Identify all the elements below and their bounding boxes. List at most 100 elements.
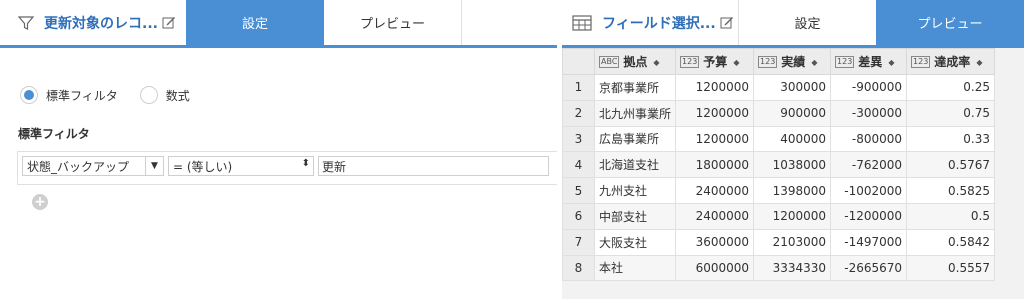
row-number: 6 bbox=[562, 202, 595, 230]
table-cell: -762000 bbox=[830, 151, 908, 179]
sort-icon[interactable]: ◆ bbox=[888, 58, 894, 67]
filter-value-input[interactable]: 更新 bbox=[318, 156, 549, 176]
table-cell: 0.5842 bbox=[906, 228, 996, 256]
table-row: 7 大阪支社 3600000 2103000 -1497000 0.5842 bbox=[562, 228, 996, 256]
row-number: 2 bbox=[562, 99, 595, 127]
table-cell: 1200000 bbox=[675, 99, 755, 127]
table-cell: 1398000 bbox=[753, 177, 832, 204]
table-cell: 広島事業所 bbox=[593, 125, 677, 153]
row-number: 3 bbox=[562, 125, 595, 153]
chevron-down-icon[interactable]: ▼ bbox=[145, 157, 163, 175]
sort-icon[interactable]: ◆ bbox=[653, 58, 659, 67]
table-cell: 京都事業所 bbox=[593, 74, 677, 101]
table-cell: 1038000 bbox=[753, 151, 832, 179]
row-number: 8 bbox=[562, 254, 595, 282]
field-panel-title-area: フィールド選択... bbox=[562, 0, 738, 45]
table-cell: 0.25 bbox=[906, 74, 996, 101]
table-cell: 大阪支社 bbox=[593, 228, 677, 256]
table-cell: -2665670 bbox=[830, 254, 908, 282]
table-row: 5 九州支社 2400000 1398000 -1002000 0.5825 bbox=[562, 177, 996, 204]
row-number: 1 bbox=[562, 74, 595, 101]
number-type-icon: 123 bbox=[911, 55, 931, 68]
table-row: 3 広島事業所 1200000 400000 -800000 0.33 bbox=[562, 125, 996, 153]
preview-table: ABC 拠点 ◆ 123 予算 ◆ 123 実績 ◆ 123 差異 ◆ 123 達成率 ◆ 1 京都事… bbox=[562, 48, 996, 282]
table-cell: 2103000 bbox=[753, 228, 832, 256]
table-cell: -300000 bbox=[830, 99, 908, 127]
tab-settings[interactable]: 設定 bbox=[186, 0, 324, 45]
column-header[interactable]: 123 差異 ◆ bbox=[830, 48, 908, 75]
number-type-icon: 123 bbox=[835, 55, 855, 68]
operator-select[interactable]: = (等しい) ⬍ bbox=[168, 156, 314, 176]
tab-settings[interactable]: 設定 bbox=[738, 0, 876, 45]
row-number: 4 bbox=[562, 151, 595, 179]
column-header[interactable]: 123 実績 ◆ bbox=[753, 48, 832, 75]
table-icon bbox=[572, 14, 592, 31]
column-header[interactable]: ABC 拠点 ◆ bbox=[593, 48, 677, 75]
table-cell: 1200000 bbox=[675, 125, 755, 153]
field-panel-header: フィールド選択... 設定 プレビュー bbox=[562, 0, 1024, 48]
table-cell: -1497000 bbox=[830, 228, 908, 256]
filter-panel-header: 更新対象のレコ... 設定 プレビュー bbox=[0, 0, 557, 48]
table-corner-cell bbox=[562, 48, 595, 75]
edit-icon[interactable] bbox=[162, 16, 176, 30]
table-row: 8 本社 6000000 3334330 -2665670 0.5557 bbox=[562, 254, 996, 282]
table-cell: 九州支社 bbox=[593, 177, 677, 204]
radio-standard-filter-label: 標準フィルタ bbox=[46, 88, 118, 103]
column-header-label: 予算 bbox=[703, 55, 728, 69]
field-select-node-panel: フィールド選択... 設定 プレビュー ABC 拠点 ◆ 123 予算 ◆ 123 実績 ◆… bbox=[562, 0, 1024, 299]
table-cell: 中部支社 bbox=[593, 202, 677, 230]
table-cell: -900000 bbox=[830, 74, 908, 101]
plus-circle-icon[interactable]: + bbox=[32, 194, 48, 210]
column-header-label: 差異 bbox=[858, 55, 883, 69]
column-header[interactable]: 123 予算 ◆ bbox=[675, 48, 755, 75]
table-row: 4 北海道支社 1800000 1038000 -762000 0.5767 bbox=[562, 151, 996, 179]
table-cell: -1002000 bbox=[830, 177, 908, 204]
table-cell: 0.5557 bbox=[906, 254, 996, 282]
table-cell: 6000000 bbox=[675, 254, 755, 282]
column-header[interactable]: 123 達成率 ◆ bbox=[906, 48, 996, 75]
row-number: 7 bbox=[562, 228, 595, 256]
tab-preview[interactable]: プレビュー bbox=[324, 0, 462, 45]
table-cell: 0.5 bbox=[906, 202, 996, 230]
radio-formula[interactable] bbox=[139, 86, 158, 104]
row-number: 5 bbox=[562, 177, 595, 204]
table-cell: -1200000 bbox=[830, 202, 908, 230]
radio-formula-label: 数式 bbox=[165, 88, 190, 103]
filter-panel-title: 更新対象のレコ... bbox=[44, 15, 158, 32]
sort-icon[interactable]: ◆ bbox=[733, 58, 739, 67]
number-type-icon: 123 bbox=[680, 55, 700, 68]
page: 更新対象のレコ... 設定 プレビュー 標準フィルタ 数式 標準フィルタ 状態_… bbox=[0, 0, 1024, 299]
table-cell: 北九州事業所 bbox=[593, 99, 677, 127]
sort-icon[interactable]: ◆ bbox=[976, 58, 982, 67]
filter-mode-radio-group: 標準フィルタ 数式 bbox=[20, 86, 212, 104]
table-row: 1 京都事業所 1200000 300000 -900000 0.25 bbox=[562, 74, 996, 101]
column-header-label: 達成率 bbox=[934, 55, 971, 69]
filter-node-panel: 更新対象のレコ... 設定 プレビュー 標準フィルタ 数式 標準フィルタ 状態_… bbox=[0, 0, 557, 299]
edit-icon[interactable] bbox=[720, 16, 734, 30]
radio-standard-filter[interactable] bbox=[20, 86, 38, 104]
table-cell: 900000 bbox=[753, 99, 832, 127]
table-cell: 2400000 bbox=[675, 177, 755, 204]
table-header-row: ABC 拠点 ◆ 123 予算 ◆ 123 実績 ◆ 123 差異 ◆ 123 達成率 ◆ bbox=[562, 48, 996, 75]
updown-arrows-icon[interactable]: ⬍ bbox=[302, 158, 310, 169]
table-cell: 1200000 bbox=[753, 202, 832, 230]
table-cell: 300000 bbox=[753, 74, 832, 101]
field-select[interactable]: 状態_バックアップ ▼ bbox=[22, 156, 164, 176]
field-select-value: 状態_バックアップ bbox=[27, 159, 130, 174]
table-cell: 0.75 bbox=[906, 99, 996, 127]
table-cell: 北海道支社 bbox=[593, 151, 677, 179]
table-cell: 1200000 bbox=[675, 74, 755, 101]
section-title: 標準フィルタ bbox=[18, 127, 90, 141]
table-body: 1 京都事業所 1200000 300000 -900000 0.25 2 北九州事業所 120… bbox=[562, 74, 996, 282]
tab-preview[interactable]: プレビュー bbox=[876, 0, 1024, 45]
table-row: 6 中部支社 2400000 1200000 -1200000 0.5 bbox=[562, 202, 996, 230]
table-cell: 本社 bbox=[593, 254, 677, 282]
column-header-label: 実績 bbox=[781, 55, 806, 69]
filter-condition-row: 状態_バックアップ ▼ = (等しい) ⬍ 更新 bbox=[17, 151, 557, 185]
header-filler bbox=[462, 0, 557, 45]
filter-panel-title-area: 更新対象のレコ... bbox=[0, 0, 186, 45]
column-header-label: 拠点 bbox=[623, 55, 648, 69]
table-cell: 3600000 bbox=[675, 228, 755, 256]
table-cell: 3334330 bbox=[753, 254, 832, 282]
sort-icon[interactable]: ◆ bbox=[811, 58, 817, 67]
